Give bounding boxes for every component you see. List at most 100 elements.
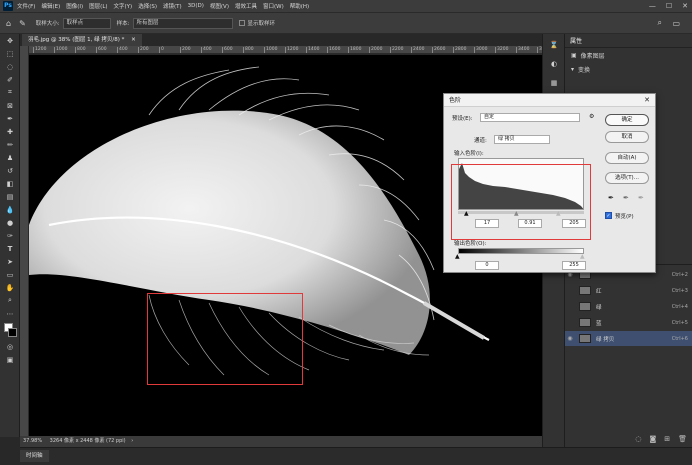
background-color[interactable] [8, 328, 17, 337]
menu-plugins[interactable]: 增效工具 [235, 2, 257, 10]
preset-options-icon[interactable]: ⚙ [589, 113, 594, 120]
history-brush-icon[interactable]: ↺ [0, 164, 20, 177]
dialog-close-icon[interactable]: ✕ [644, 94, 650, 107]
black-eyedropper-icon[interactable]: ✒ [608, 194, 614, 202]
healing-brush-icon[interactable]: ✚ [0, 125, 20, 138]
swatches-panel-icon[interactable]: ▦ [543, 76, 565, 89]
search-icon[interactable]: ⌕ [658, 18, 662, 28]
show-ring-checkbox[interactable] [238, 20, 245, 26]
dodge-tool-icon[interactable]: ● [0, 216, 20, 229]
channel-row[interactable]: 绿 Ctrl+4 [565, 299, 692, 314]
preview-label: 预览(P) [615, 214, 634, 220]
maximize-icon[interactable]: ☐ [666, 2, 672, 10]
status-arrow-icon[interactable]: › [131, 438, 133, 444]
stamp-tool-icon[interactable]: ♟ [0, 151, 20, 164]
menu-image[interactable]: 图像(I) [66, 2, 83, 10]
gray-eyedropper-icon[interactable]: ✒ [623, 194, 629, 202]
ruler-horizontal: 1200 1000 800 600 400 200 0 200 400 600 800 1000 120… [29, 46, 542, 54]
menu-3d[interactable]: 3D(D) [188, 3, 204, 9]
sample-dropdown[interactable]: 所有图层 [132, 17, 233, 29]
channel-name: 蓝 [596, 320, 602, 327]
output-gradient [458, 248, 584, 254]
menu-window[interactable]: 窗口(W) [263, 2, 284, 10]
sample-size-dropdown[interactable]: 取样点 [62, 17, 111, 29]
white-eyedropper-icon[interactable]: ✒ [638, 194, 644, 202]
hand-tool-icon[interactable]: ✋ [0, 281, 20, 294]
new-channel-icon[interactable]: ⊞ [664, 435, 670, 443]
visibility-eye-icon[interactable]: ◉ [565, 335, 575, 342]
ruler-tick-label: 600 [96, 47, 107, 53]
options-button[interactable]: 选项(T)... [605, 172, 649, 184]
cancel-button[interactable]: 取消 [605, 131, 649, 143]
path-select-icon[interactable]: ➤ [0, 255, 20, 268]
properties-tab[interactable]: 属性 [570, 36, 582, 45]
output-black-slider[interactable]: ▲ [455, 253, 460, 260]
workspace-icon[interactable]: ▭ [672, 19, 680, 28]
eraser-tool-icon[interactable]: ◧ [0, 177, 20, 190]
ruler-tick-label: 1800 [348, 47, 362, 53]
ok-button[interactable]: 确定 [605, 114, 649, 126]
pen-tool-icon[interactable]: ✑ [0, 229, 20, 242]
history-panel-icon[interactable]: ⌛ [543, 38, 565, 51]
quick-select-tool-icon[interactable]: ✐ [0, 73, 20, 86]
channel-row[interactable]: 红 Ctrl+3 [565, 283, 692, 298]
channel-label: 通道: [474, 138, 487, 144]
menu-select[interactable]: 选择(S) [138, 2, 157, 10]
pixel-layer-label: 像素图层 [580, 52, 605, 60]
home-icon[interactable]: ⌂ [6, 19, 11, 28]
color-panel-icon[interactable]: ◐ [543, 57, 565, 70]
timeline-tab[interactable]: 时间轴 [20, 450, 49, 462]
blur-tool-icon[interactable]: 💧 [0, 203, 20, 216]
transform-label: 变换 [578, 66, 591, 74]
delete-channel-icon[interactable]: 🗑 [678, 435, 687, 443]
menu-view[interactable]: 视图(V) [210, 2, 229, 10]
chevron-down-icon[interactable]: ▾ [571, 66, 574, 73]
preset-dropdown[interactable]: 自定 [480, 113, 580, 122]
ruler-tick-label: 200 [138, 47, 149, 53]
ruler-tick-label: 3000 [474, 47, 488, 53]
quick-mask-icon[interactable]: ◎ [0, 340, 20, 353]
close-icon[interactable]: ✕ [682, 2, 688, 10]
eyedropper-tool-icon[interactable]: ✎ [19, 19, 26, 28]
menu-type[interactable]: 文字(Y) [114, 2, 133, 10]
minimize-icon[interactable]: — [649, 2, 656, 10]
channel-shortcut: Ctrl+6 [671, 335, 688, 342]
crop-tool-icon[interactable]: ⌗ [0, 86, 20, 99]
save-selection-icon[interactable]: ◙ [649, 435, 656, 443]
menu-filter[interactable]: 滤镜(T) [163, 2, 182, 10]
preview-checkbox[interactable]: ✓ [605, 212, 612, 219]
output-white-field[interactable]: 255 [562, 261, 586, 270]
screen-mode-icon[interactable]: ▣ [0, 353, 20, 366]
menu-file[interactable]: 文件(F) [17, 2, 35, 10]
frame-tool-icon[interactable]: ⊠ [0, 99, 20, 112]
highlight-box-histogram [451, 164, 591, 240]
move-tool-icon[interactable]: ✥ [0, 34, 20, 47]
document-tab[interactable]: 羽毛.jpg @ 38% (图层 1, 绿 拷贝/8) * ✕ [22, 34, 142, 46]
zoom-readout[interactable]: 37.98% [23, 438, 42, 444]
output-black-field[interactable]: 0 [475, 261, 499, 270]
zoom-tool-icon[interactable]: ⌕ [0, 294, 20, 307]
menu-edit[interactable]: 编辑(E) [41, 2, 60, 10]
lasso-tool-icon[interactable]: ◌ [0, 60, 20, 73]
brush-tool-icon[interactable]: ✏ [0, 138, 20, 151]
channel-name: 红 [596, 288, 602, 295]
close-tab-icon[interactable]: ✕ [131, 37, 136, 43]
channel-row[interactable]: ◉ 绿 拷贝 Ctrl+6 [565, 331, 692, 346]
channel-shortcut: Ctrl+3 [671, 287, 688, 294]
options-bar: ⌂ ✎ 取样大小: 取样点 样本: 所有图层 显示取样环 ⌕ ▭ [0, 12, 692, 34]
more-tools-icon[interactable]: ⋯ [0, 307, 20, 320]
menu-help[interactable]: 帮助(H) [290, 2, 309, 10]
auto-button[interactable]: 自动(A) [605, 152, 649, 164]
color-swatches[interactable] [0, 320, 20, 340]
load-selection-icon[interactable]: ◌ [635, 435, 641, 443]
eyedropper-icon[interactable]: ✒ [0, 112, 20, 125]
gradient-tool-icon[interactable]: ▤ [0, 190, 20, 203]
channel-dropdown[interactable]: 绿 拷贝 [494, 135, 550, 144]
type-tool-icon[interactable]: T [0, 242, 20, 255]
rectangle-tool-icon[interactable]: ▭ [0, 268, 20, 281]
output-white-slider[interactable]: ▲ [580, 253, 585, 260]
ruler-tick-label: 1600 [327, 47, 341, 53]
menu-layer[interactable]: 图层(L) [89, 2, 107, 10]
marquee-tool-icon[interactable]: ⬚ [0, 47, 20, 60]
channel-row[interactable]: 蓝 Ctrl+5 [565, 315, 692, 330]
